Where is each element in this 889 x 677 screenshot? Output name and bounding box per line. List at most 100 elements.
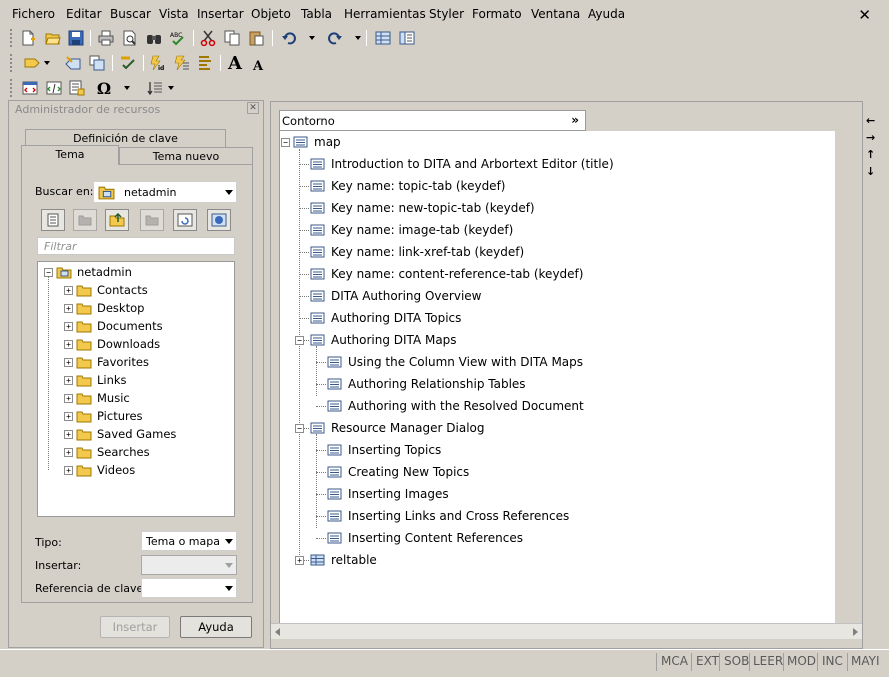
horizontal-scrollbar[interactable] <box>271 623 862 639</box>
expand-icon[interactable]: + <box>64 429 73 439</box>
tree-folder-item[interactable]: + Contacts <box>64 281 148 299</box>
expand-icon[interactable]: + <box>64 339 73 349</box>
outline-item[interactable]: Inserting Links and Cross References <box>327 506 569 526</box>
search-in-select[interactable]: netadmin <box>93 181 237 203</box>
tree-folder-item[interactable]: + Pictures <box>64 407 143 425</box>
collapse-icon[interactable]: − <box>295 424 304 433</box>
outline-item[interactable]: Authoring DITA Maps <box>310 330 457 350</box>
insert-markup-icon[interactable] <box>63 53 83 73</box>
outline-item[interactable]: Resource Manager Dialog <box>310 418 484 438</box>
sort-dropdown[interactable] <box>168 86 174 90</box>
paste-icon[interactable] <box>246 28 266 48</box>
insert-element-icon[interactable] <box>87 53 107 73</box>
outline-item[interactable]: reltable <box>310 550 377 570</box>
generate-id-icon[interactable]: id <box>148 53 168 73</box>
find-icon[interactable] <box>144 28 164 48</box>
expand-icon[interactable]: + <box>64 357 73 367</box>
outline-item[interactable]: Inserting Topics <box>327 440 441 460</box>
collapse-icon[interactable]: − <box>295 336 304 345</box>
menu-editar[interactable]: Editar <box>66 7 102 21</box>
scroll-left-icon[interactable] <box>275 628 280 636</box>
expand-icon[interactable]: + <box>64 465 73 475</box>
outline-item[interactable]: Creating New Topics <box>327 462 469 482</box>
outline-item[interactable]: Inserting Content References <box>327 528 523 548</box>
tree-folder-item[interactable]: + Desktop <box>64 299 144 317</box>
arrow-left-icon[interactable]: ← <box>866 114 875 127</box>
tab-tema[interactable]: Tema <box>21 145 119 165</box>
undo-dropdown[interactable] <box>309 36 315 40</box>
outline-item[interactable]: Authoring with the Resolved Document <box>327 396 584 416</box>
tree-folder-item[interactable]: + Documents <box>64 317 163 335</box>
print-preview-icon[interactable] <box>120 28 140 48</box>
redo-dropdown[interactable] <box>355 36 361 40</box>
menu-vista[interactable]: Vista <box>159 7 189 21</box>
xml-tag-icon[interactable] <box>20 78 40 98</box>
menu-fichero[interactable]: Fichero <box>12 7 55 21</box>
outline-item[interactable]: DITA Authoring Overview <box>310 286 481 306</box>
expand-icon[interactable]: + <box>64 303 73 313</box>
redo-icon[interactable] <box>325 28 345 48</box>
arrow-right-icon[interactable]: → <box>866 131 875 144</box>
markup-icon[interactable] <box>22 53 42 73</box>
tree-folder-item[interactable]: + Favorites <box>64 353 149 371</box>
insert-button[interactable]: Insertar <box>100 616 170 638</box>
expand-icon[interactable]: + <box>295 556 304 565</box>
expand-icon[interactable]: + <box>64 375 73 385</box>
menu-buscar[interactable]: Buscar <box>110 7 151 21</box>
outline-item[interactable]: Key name: content-reference-tab (keydef) <box>310 264 583 284</box>
up-folder-icon[interactable] <box>105 209 129 231</box>
folder-gray-icon[interactable] <box>73 209 97 231</box>
tree-folder-item[interactable]: + Saved Games <box>64 425 176 443</box>
tree-folder-item[interactable]: + Searches <box>64 443 150 461</box>
refresh-icon[interactable] <box>173 209 197 231</box>
outline-item[interactable]: Inserting Images <box>327 484 449 504</box>
spell-check-icon[interactable]: ABC <box>168 28 188 48</box>
new-document-icon[interactable] <box>18 28 38 48</box>
undo-icon[interactable] <box>279 28 299 48</box>
expand-icon[interactable]: + <box>64 411 73 421</box>
toolbar-grip[interactable] <box>10 79 14 97</box>
keyref-select[interactable] <box>141 578 237 598</box>
document-map-icon[interactable] <box>397 28 417 48</box>
menu-objeto[interactable]: Objeto <box>251 7 291 21</box>
validate-icon[interactable] <box>118 53 138 73</box>
menu-tabla[interactable]: Tabla <box>301 7 332 21</box>
new-folder-icon[interactable] <box>140 209 164 231</box>
outline-root[interactable]: − map <box>281 132 341 152</box>
menu-ayuda[interactable]: Ayuda <box>588 7 625 21</box>
menu-herramientas[interactable]: Herramientas <box>344 7 426 21</box>
properties-icon[interactable] <box>207 209 231 231</box>
outline-item[interactable]: Authoring Relationship Tables <box>327 374 526 394</box>
expand-icon[interactable]: + <box>64 393 73 403</box>
open-folder-icon[interactable] <box>43 28 63 48</box>
close-icon[interactable]: ✕ <box>247 102 259 114</box>
cut-icon[interactable] <box>198 28 218 48</box>
compose-icon[interactable] <box>172 53 192 73</box>
markup-dropdown[interactable] <box>44 61 50 65</box>
outline-item[interactable]: Key name: image-tab (keydef) <box>310 220 513 240</box>
tree-folder-item[interactable]: + Videos <box>64 461 135 479</box>
outline-item[interactable]: Key name: new-topic-tab (keydef) <box>310 198 535 218</box>
expand-icon[interactable]: + <box>64 447 73 457</box>
font-size-up-icon[interactable]: A <box>225 53 245 74</box>
tree-folder-item[interactable]: + Links <box>64 371 127 389</box>
tree-folder-item[interactable]: + Downloads <box>64 335 160 353</box>
table-view-icon[interactable] <box>373 28 393 48</box>
copy-icon[interactable] <box>222 28 242 48</box>
details-view-icon[interactable] <box>41 209 65 231</box>
outline-item[interactable]: Introduction to DITA and Arbortext Edito… <box>310 154 614 174</box>
arrow-up-icon[interactable]: ↑ <box>866 148 875 161</box>
toolbar-grip[interactable] <box>10 29 14 47</box>
menu-ventana[interactable]: Ventana <box>531 7 580 21</box>
font-size-down-icon[interactable]: A <box>248 56 268 76</box>
close-icon[interactable]: ✕ <box>858 6 871 24</box>
document-icon[interactable] <box>67 78 87 98</box>
xml-edit-icon[interactable] <box>44 78 64 98</box>
styler-icon[interactable] <box>195 53 215 73</box>
menu-formato[interactable]: Formato <box>472 7 522 21</box>
arrow-down-icon[interactable]: ↓ <box>866 165 875 178</box>
outline-item[interactable]: Key name: topic-tab (keydef) <box>310 176 505 196</box>
sort-icon[interactable] <box>145 78 165 98</box>
scroll-right-icon[interactable] <box>853 628 858 636</box>
tree-root[interactable]: − netadmin <box>44 263 132 281</box>
